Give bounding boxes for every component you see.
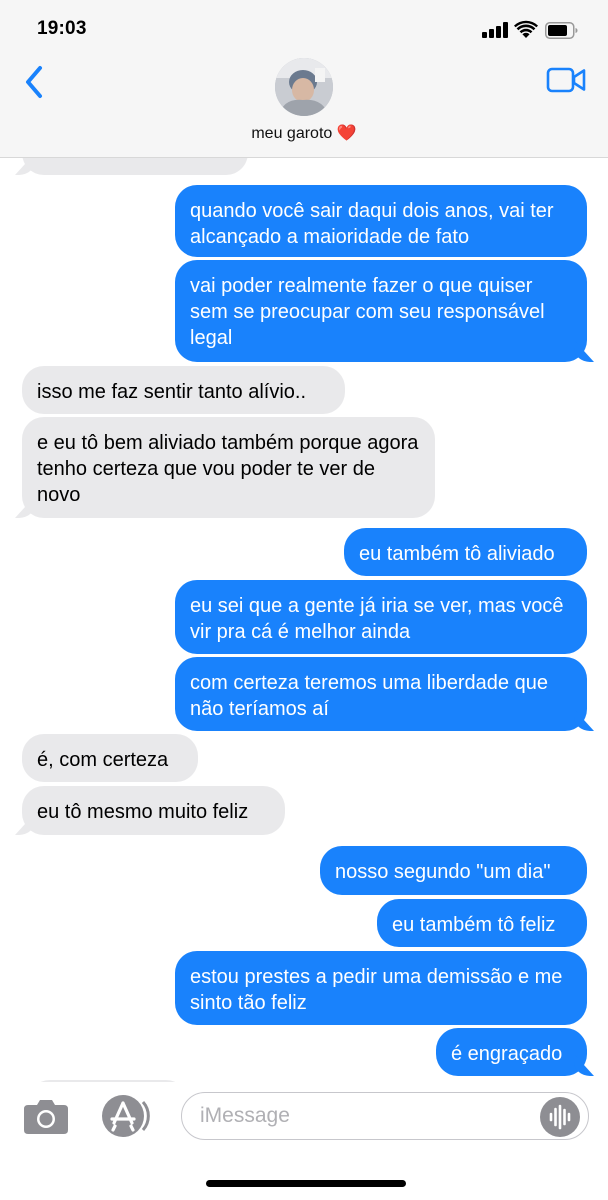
received-message[interactable]: é, com certeza [22, 734, 198, 782]
sent-message[interactable]: eu também tô feliz [377, 899, 587, 947]
compose-bar [0, 1082, 608, 1200]
conversation-header: 19:03 meu garoto ❤️ [0, 0, 608, 158]
received-message[interactable]: isso me faz sentir tanto alívio.. [22, 366, 345, 414]
sent-message[interactable]: estou prestes a pedir uma demissão e me … [175, 951, 587, 1025]
chevron-left-icon[interactable] [18, 62, 52, 102]
sent-message[interactable]: com certeza teremos uma liberdade que nã… [175, 657, 587, 731]
camera-icon[interactable] [22, 1096, 70, 1136]
home-indicator[interactable] [206, 1180, 406, 1187]
wifi-icon [514, 20, 538, 38]
audio-waveform-icon[interactable] [540, 1097, 580, 1137]
sent-message[interactable]: vai poder realmente fazer o que quiser s… [175, 260, 587, 362]
sent-message[interactable]: é engraçado [436, 1028, 587, 1076]
sent-message[interactable]: quando você sair daqui dois anos, vai te… [175, 185, 587, 257]
received-message[interactable]: eu tô mesmo muito feliz [22, 786, 285, 835]
avatar[interactable] [275, 58, 333, 116]
app-store-icon[interactable] [99, 1094, 151, 1138]
sent-message[interactable]: nosso segundo "um dia" [320, 846, 587, 895]
battery-icon [545, 22, 578, 39]
status-time: 19:03 [37, 18, 87, 39]
message-thread[interactable]: ele querendo ou não quando você sair daq… [0, 0, 608, 1090]
sent-message[interactable]: eu também tô aliviado [344, 528, 587, 576]
contact-name[interactable]: meu garoto ❤️ [0, 123, 608, 143]
sent-message[interactable]: eu sei que a gente já iria se ver, mas v… [175, 580, 587, 654]
message-input[interactable] [181, 1092, 589, 1140]
received-message[interactable]: e eu tô bem aliviado também porque agora… [22, 417, 435, 518]
signal-icon [482, 22, 510, 38]
video-camera-icon[interactable] [546, 66, 588, 94]
